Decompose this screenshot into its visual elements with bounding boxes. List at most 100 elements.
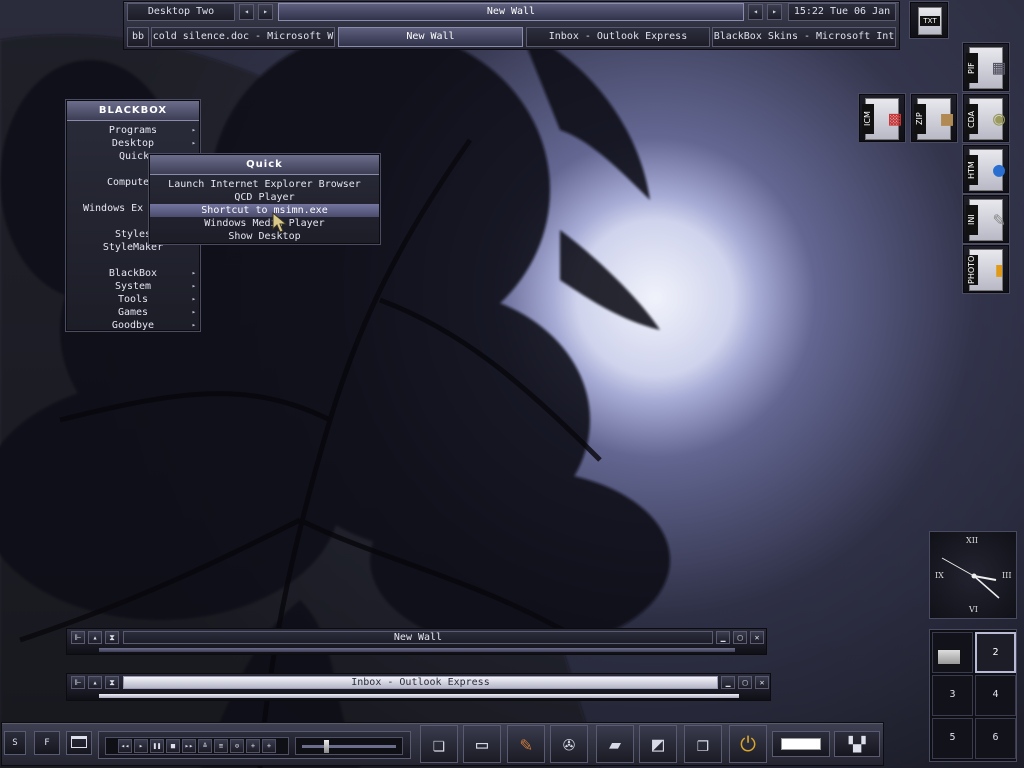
clock-hands <box>941 557 1000 599</box>
quicklaunch-media-button[interactable]: ✇ <box>550 725 588 763</box>
files-icon: ❐ <box>696 732 710 756</box>
quicklaunch-tools-button[interactable]: ✎ <box>507 725 545 763</box>
window-bottom-grip[interactable] <box>99 694 739 698</box>
txt-file-desktop-icon[interactable]: TXT <box>909 1 949 39</box>
sticky-button[interactable]: ⧗ <box>105 676 119 689</box>
window-title[interactable]: New Wall <box>123 631 713 644</box>
quick-item-show-desktop[interactable]: Show Desktop <box>150 230 379 243</box>
quick-item-wmp[interactable]: Windows Media Player <box>150 217 379 230</box>
maximize-button[interactable]: ▢ <box>733 631 747 644</box>
task-button-outlook[interactable]: Inbox - Outlook Express <box>526 27 710 47</box>
cda-desktop-icon[interactable]: CDA ◉ <box>962 93 1010 143</box>
window-bottom-grip[interactable] <box>99 648 735 652</box>
play-button[interactable]: ▸ <box>134 739 148 753</box>
slit-window-button[interactable] <box>66 731 92 755</box>
quicklaunch-document-button[interactable]: ❏ <box>420 725 458 763</box>
submenu-arrow-icon: ▸ <box>191 269 196 277</box>
player-controls: ◂◂ ▸ ❚❚ ■ ▸▸ ≚ ≡ ⊙ + + <box>105 737 289 755</box>
shade-button[interactable]: ▴ <box>88 676 102 689</box>
workspace-next-button[interactable]: ▸ <box>258 4 273 20</box>
minimize-button[interactable]: ▁ <box>716 631 730 644</box>
box-icon: ■ <box>940 106 953 130</box>
window-menu-button[interactable]: ⊩ <box>71 631 85 644</box>
minimize-button[interactable]: ▁ <box>721 676 735 689</box>
pager-cell-4[interactable]: 4 <box>975 675 1016 716</box>
quicklaunch-drive-button[interactable]: ▭ <box>463 725 501 763</box>
htm-desktop-icon[interactable]: HTM ● <box>962 144 1010 194</box>
pager-cell-2[interactable]: 2 <box>975 632 1016 673</box>
repeat-button[interactable]: ⊙ <box>230 739 244 753</box>
pause-button[interactable]: ❚❚ <box>150 739 164 753</box>
menu-item-programs[interactable]: Programs ▸ <box>67 124 199 137</box>
task-button-word[interactable]: cold silence.doc - Microsoft W <box>151 27 335 47</box>
task-prefix[interactable]: bb <box>127 27 149 47</box>
monitor-icon: ◩ <box>651 732 665 756</box>
icm-desktop-icon[interactable]: ICM ▩ <box>858 93 906 143</box>
ini-desktop-icon[interactable]: INI ✎ <box>962 194 1010 244</box>
quick-item-ie[interactable]: Launch Internet Explorer Browser <box>150 178 379 191</box>
photo-desktop-icon[interactable]: PHOTO ▮ <box>962 244 1010 294</box>
workspace-pager: 2 3 4 5 6 <box>929 629 1017 762</box>
menu-item-desktop[interactable]: Desktop ▸ <box>67 137 199 150</box>
ini-file-icon: INI <box>966 205 978 235</box>
slit-f-button[interactable]: F <box>34 731 60 755</box>
seek-slider-thumb[interactable] <box>324 740 329 753</box>
quick-item-qcd[interactable]: QCD Player <box>150 191 379 204</box>
workspace-prev-button[interactable]: ◂ <box>239 4 254 20</box>
quick-item-msimn[interactable]: Shortcut to msimn.exe <box>150 204 379 217</box>
task-button-browser[interactable]: BlackBox Skins - Microsoft Int <box>712 27 896 47</box>
current-window-label[interactable]: New Wall <box>278 3 744 21</box>
window-next-button[interactable]: ▸ <box>767 4 782 20</box>
eject-button[interactable]: ≚ <box>198 739 212 753</box>
task-button-new-wall[interactable]: New Wall <box>338 27 523 47</box>
window-title[interactable]: Inbox - Outlook Express <box>123 676 718 689</box>
clock-label[interactable]: 15:22 Tue 06 Jan <box>788 3 896 21</box>
window-icon <box>71 736 87 748</box>
analog-clock: XII III VI IX <box>929 531 1017 619</box>
slit-blank-input[interactable] <box>772 731 830 757</box>
rewind-button[interactable]: ◂◂ <box>118 739 132 753</box>
quicklaunch-monitor-button[interactable]: ◩ <box>639 725 677 763</box>
window-prev-button[interactable]: ◂ <box>748 4 763 20</box>
fast-forward-button[interactable]: ▸▸ <box>182 739 196 753</box>
close-button[interactable]: ✕ <box>755 676 769 689</box>
workspace-label[interactable]: Desktop Two <box>127 3 235 21</box>
quicklaunch-power-button[interactable]: ⏻ <box>729 725 767 763</box>
pager-cell-5[interactable]: 5 <box>932 718 973 759</box>
pager-cell-6[interactable]: 6 <box>975 718 1016 759</box>
pager-cell-3[interactable]: 3 <box>932 675 973 716</box>
maximize-button[interactable]: ▢ <box>738 676 752 689</box>
clock-second-hand <box>941 557 975 577</box>
pif-desktop-icon[interactable]: PIF ▦ <box>962 42 1010 92</box>
menu-item-system[interactable]: System ▸ <box>67 280 199 293</box>
submenu-arrow-icon: ▸ <box>191 308 196 316</box>
menu-item-blackbox[interactable]: BlackBox ▸ <box>67 267 199 280</box>
photo-file-icon: PHOTO <box>966 255 978 285</box>
window-new-wall[interactable]: ⊩ ▴ ⧗ New Wall ▁ ▢ ✕ <box>66 628 767 655</box>
menu-item-tools[interactable]: Tools ▸ <box>67 293 199 306</box>
volume-up-button[interactable]: + <box>246 739 260 753</box>
sticky-button[interactable]: ⧗ <box>105 631 119 644</box>
seek-slider[interactable] <box>295 737 403 755</box>
shade-button[interactable]: ▴ <box>88 631 102 644</box>
quicklaunch-files-button[interactable]: ❐ <box>684 725 722 763</box>
slit-desktop-preview-button[interactable]: ▚▞ <box>834 731 880 757</box>
window-glyph-icon: ▦ <box>992 55 1005 79</box>
window-menu-button[interactable]: ⊩ <box>71 676 85 689</box>
submenu-arrow-icon: ▸ <box>191 282 196 290</box>
zip-desktop-icon[interactable]: ZIP ■ <box>910 93 958 143</box>
slit-s-button[interactable]: S <box>4 731 26 755</box>
media-player: ◂◂ ▸ ❚❚ ■ ▸▸ ≚ ≡ ⊙ + + <box>98 731 411 759</box>
globe-icon: ● <box>992 157 1005 181</box>
close-button[interactable]: ✕ <box>750 631 764 644</box>
window-inbox[interactable]: ⊩ ▴ ⧗ Inbox - Outlook Express ▁ ▢ ✕ <box>66 673 771 701</box>
menu-item-goodbye[interactable]: Goodbye ▸ <box>67 319 199 332</box>
volume-down-button[interactable]: + <box>262 739 276 753</box>
document-icon: ❏ <box>432 732 446 756</box>
playlist-button[interactable]: ≡ <box>214 739 228 753</box>
pager-cell-1[interactable] <box>932 632 973 673</box>
menu-item-games[interactable]: Games ▸ <box>67 306 199 319</box>
stop-button[interactable]: ■ <box>166 739 180 753</box>
folder-icon: ▰ <box>608 732 622 756</box>
quicklaunch-folder-button[interactable]: ▰ <box>596 725 634 763</box>
